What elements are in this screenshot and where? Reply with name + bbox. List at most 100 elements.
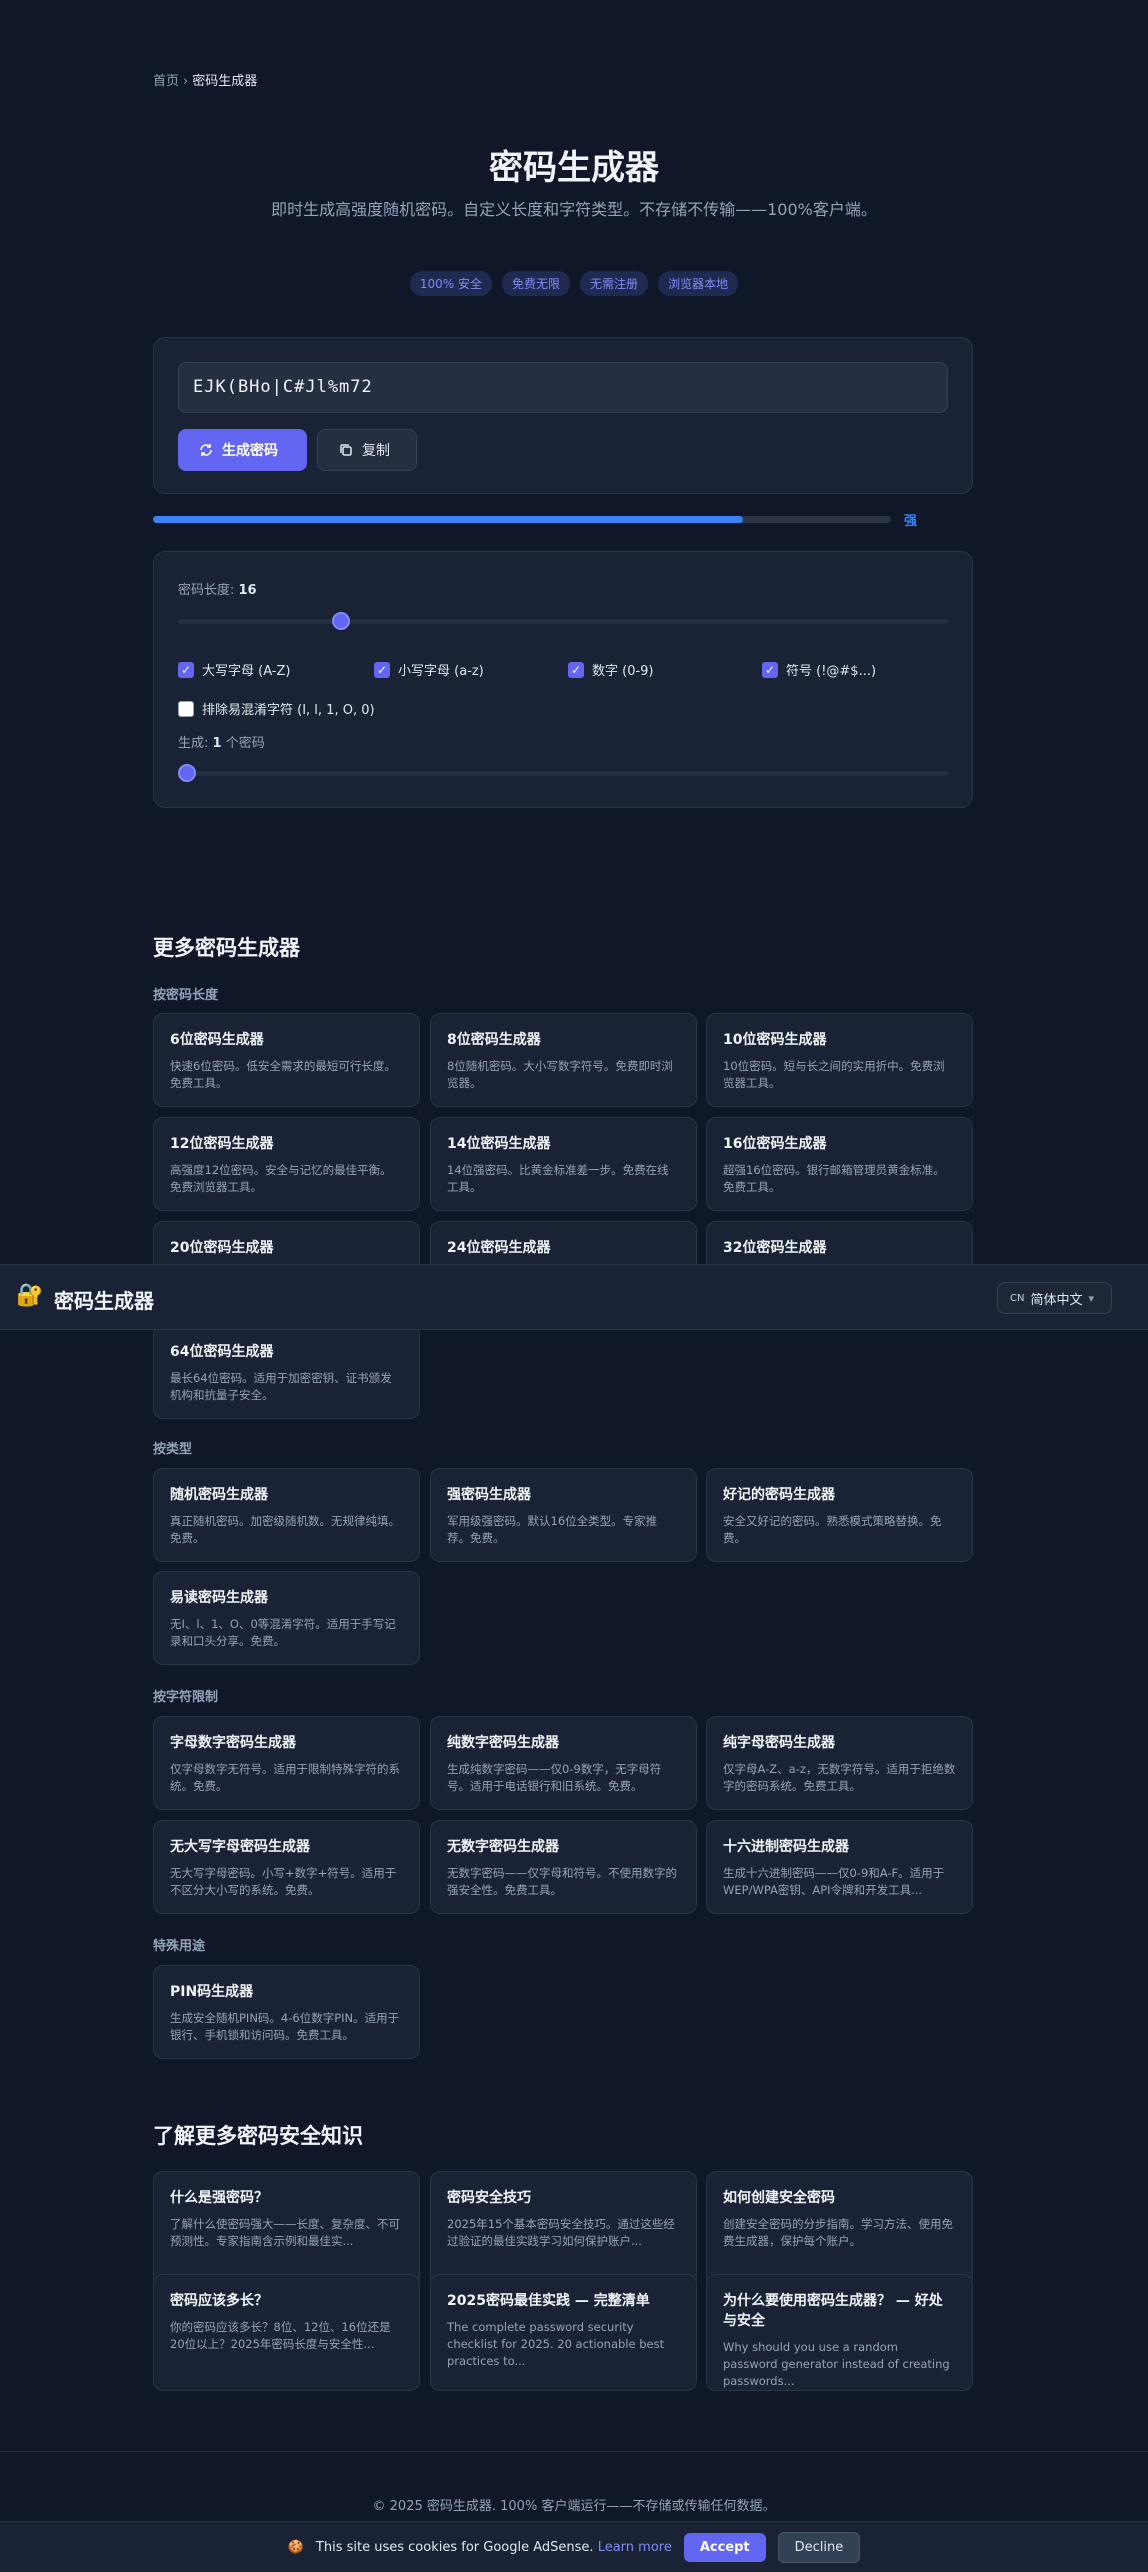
copy-icon <box>340 444 352 456</box>
badge-no-signup: 无需注册 <box>580 271 649 296</box>
badge-free: 免费无限 <box>502 271 571 296</box>
count-slider-thumb[interactable] <box>178 764 196 782</box>
generator-card[interactable]: 14位密码生成器 14位强密码。比黄金标准差一步。免费在线工具。 <box>430 1117 697 1211</box>
generator-card[interactable]: 64位密码生成器最长64位密码。适用于加密密钥、证书颁发机构和抗量子安全。 <box>153 1325 420 1419</box>
generator-card[interactable]: 无数字密码生成器 无数字密码——仅字母和符号。不使用数字的强安全性。免费工具。 <box>430 1820 697 1914</box>
card-title: 24位密码生成器 <box>447 1240 551 1256</box>
refresh-icon <box>200 444 212 456</box>
language-code: CN <box>1010 1292 1025 1304</box>
card-title: 好记的密码生成器 <box>723 1487 835 1503</box>
card-title: 为什么要使用密码生成器？ — 好处与安全 <box>723 2293 943 2329</box>
card-title: 无数字密码生成器 <box>447 1839 559 1855</box>
checkbox-uppercase[interactable]: ✓ 大写字母 (A-Z) <box>178 660 290 679</box>
strength-meter-fill <box>153 516 744 523</box>
card-title: 随机密码生成器 <box>170 1487 268 1503</box>
badge-secure: 100% 安全 <box>409 271 493 296</box>
length-value: 16 <box>238 583 257 598</box>
check-icon: ✓ <box>374 661 390 678</box>
card-title: 32位密码生成器 <box>723 1240 827 1256</box>
generator-card[interactable]: PIN码生成器生成安全随机PIN码。4-6位数字PIN。适用于银行、手机锁和访问… <box>153 1965 420 2059</box>
generator-card[interactable]: 十六进制密码生成器 生成十六进制密码——仅0-9和A-F。适用于WEP/WPA密钥… <box>706 1820 973 1914</box>
checkbox-numbers[interactable]: ✓ 数字 (0-9) <box>568 660 654 679</box>
card-title: 10位密码生成器 <box>723 1032 827 1048</box>
card-title: 2025密码最佳实践 — 完整清单 <box>447 2293 650 2309</box>
breadcrumb-current: 密码生成器 <box>192 74 258 89</box>
brand-name[interactable]: 密码生成器 <box>54 1285 154 1314</box>
generator-card[interactable]: 8位密码生成器 8位随机密码。大小写数字符号。免费即时浏览器。 <box>430 1013 697 1107</box>
card-title: 纯字母密码生成器 <box>723 1735 835 1751</box>
article-card[interactable]: 为什么要使用密码生成器？ — 好处与安全 Why should you use a… <box>706 2274 973 2391</box>
card-description: 快速6位密码。低安全需求的最短可行长度。免费工具。 <box>170 1059 396 1090</box>
password-output[interactable]: EJK(BHo|C#Jl%m72 <box>178 362 948 413</box>
card-title: 十六进制密码生成器 <box>723 1839 849 1855</box>
card-description: 生成安全随机PIN码。4-6位数字PIN。适用于银行、手机锁和访问码。免费工具。 <box>170 2011 400 2042</box>
card-description: 10位密码。短与长之间的实用折中。免费浏览器工具。 <box>723 1059 945 1090</box>
card-description: 最长64位密码。适用于加密密钥、证书颁发机构和抗量子安全。 <box>170 1371 392 1402</box>
generator-card[interactable]: 16位密码生成器 超强16位密码。银行邮箱管理员黄金标准。免费工具。 <box>706 1117 973 1211</box>
lock-icon: 🔐 <box>16 1283 44 1308</box>
card-title: PIN码生成器 <box>170 1984 254 2000</box>
accept-button[interactable]: Accept <box>683 2532 766 2562</box>
card-description: 了解什么使密码强大——长度、复杂度、不可预测性。专家指南含示例和最佳实... <box>170 2217 400 2248</box>
generator-card[interactable]: 10位密码生成器 10位密码。短与长之间的实用折中。免费浏览器工具。 <box>706 1013 973 1107</box>
generator-card[interactable]: 强密码生成器 军用级强密码。默认16位全类型。专家推荐。免费。 <box>430 1468 697 1562</box>
feature-badges: 100% 安全 免费无限 无需注册 浏览器本地 <box>0 271 1148 296</box>
card-description: 8位随机密码。大小写数字符号。免费即时浏览器。 <box>447 1059 673 1090</box>
generate-button[interactable]: 生成密码 <box>178 429 307 471</box>
check-icon: ✓ <box>762 661 778 678</box>
article-card[interactable]: 什么是强密码？ 了解什么使密码强大——长度、复杂度、不可预测性。专家指南含示例和最… <box>153 2171 420 2288</box>
language-selector[interactable]: CN 简体中文 ▾ <box>997 1282 1112 1314</box>
more-generators-title: 更多密码生成器 <box>153 936 300 960</box>
card-description: 高强度12位密码。安全与记忆的最佳平衡。免费浏览器工具。 <box>170 1163 392 1194</box>
card-description: 14位强密码。比黄金标准差一步。免费在线工具。 <box>447 1163 669 1194</box>
card-title: 密码安全技巧 <box>447 2190 531 2206</box>
copy-button[interactable]: 复制 <box>317 429 417 471</box>
decline-button[interactable]: Decline <box>777 2531 861 2563</box>
card-description: 仅字母A-Z、a-z，无数字符号。适用于拒绝数字的密码系统。免费工具。 <box>723 1762 956 1793</box>
chevron-down-icon: ▾ <box>1088 1291 1095 1305</box>
generator-card[interactable]: 易读密码生成器 无I、l、1、O、0等混淆字符。适用于手写记录和口头分享。免费。 <box>153 1571 420 1665</box>
card-description: 真正随机密码。加密级随机数。无规律纯填。免费。 <box>170 1514 400 1545</box>
learn-more-link[interactable]: Learn more <box>598 2540 672 2555</box>
sticky-header: 🔐 密码生成器 CN 简体中文 ▾ <box>0 1264 1148 1330</box>
generator-card[interactable]: 随机密码生成器真正随机密码。加密级随机数。无规律纯填。免费。 <box>153 1468 420 1562</box>
card-description: 生成纯数字密码——仅0-9数字，无字母符号。适用于电话银行和旧系统。免费。 <box>447 1762 662 1793</box>
card-title: 字母数字密码生成器 <box>170 1735 296 1751</box>
footer-text: © 2025 密码生成器. 100% 客户端运行——不存储或传输任何数据。 <box>372 2499 776 2514</box>
checkbox-symbols[interactable]: ✓ 符号 (!@#$...) <box>762 660 876 679</box>
check-icon: ✓ <box>568 661 584 678</box>
article-card[interactable]: 密码安全技巧 2025年15个基本密码安全技巧。通过这些经过验证的最佳实践学习如何… <box>430 2171 697 2288</box>
breadcrumb-home[interactable]: 首页 <box>153 74 179 89</box>
card-description: 2025年15个基本密码安全技巧。通过这些经过验证的最佳实践学习如何保护账户..… <box>447 2217 675 2248</box>
generator-card[interactable]: 好记的密码生成器 安全又好记的密码。熟悉模式策略替换。免费。 <box>706 1468 973 1562</box>
card-title: 14位密码生成器 <box>447 1136 551 1152</box>
group-label-type: 按类型 <box>153 1442 193 1457</box>
page-title: 密码生成器 <box>489 148 659 188</box>
generator-card[interactable]: 纯数字密码生成器 生成纯数字密码——仅0-9数字，无字母符号。适用于电话银行和旧系… <box>430 1716 697 1810</box>
checkbox-lowercase[interactable]: ✓ 小写字母 (a-z) <box>374 660 484 679</box>
count-slider[interactable] <box>178 771 948 776</box>
generator-card[interactable]: 纯字母密码生成器仅字母A-Z、a-z，无数字符号。适用于拒绝数字的密码系统。免费… <box>706 1716 973 1810</box>
card-description: 超强16位密码。银行邮箱管理员黄金标准。免费工具。 <box>723 1163 945 1194</box>
breadcrumb: 首页 › 密码生成器 <box>153 70 257 89</box>
card-title: 如何创建安全密码 <box>723 2190 835 2206</box>
card-description: 创建安全密码的分步指南。学习方法、使用免费生成器，保护每个账户。 <box>723 2217 953 2248</box>
card-description: 仅字母数字无符号。适用于限制特殊字符的系统。免费。 <box>170 1762 400 1793</box>
generator-card[interactable]: 字母数字密码生成器仅字母数字无符号。适用于限制特殊字符的系统。免费。 <box>153 1716 420 1810</box>
article-card[interactable]: 2025密码最佳实践 — 完整清单 The complete password s… <box>430 2274 697 2391</box>
footer-divider <box>0 2451 1148 2452</box>
length-slider[interactable] <box>178 619 948 624</box>
article-card[interactable]: 密码应该多长？ 你的密码应该多长？8位、12位、16位还是20位以上？2025年密… <box>153 2274 420 2391</box>
generator-card[interactable]: 无大写字母密码生成器 无大写字母密码。小写+数字+符号。适用于不区分大小写的系统。… <box>153 1820 420 1914</box>
generator-card[interactable]: 12位密码生成器 高强度12位密码。安全与记忆的最佳平衡。免费浏览器工具。 <box>153 1117 420 1211</box>
check-icon <box>178 700 194 717</box>
length-slider-thumb[interactable] <box>332 612 350 630</box>
card-title: 64位密码生成器 <box>170 1344 274 1360</box>
cookie-icon: 🍪 <box>287 2539 304 2555</box>
cookie-text: This site uses cookies for Google AdSens… <box>315 2539 672 2555</box>
card-description: 无大写字母密码。小写+数字+符号。适用于不区分大小写的系统。免费。 <box>170 1866 397 1897</box>
checkbox-exclude-ambiguous[interactable]: 排除易混淆字符 (I, l, 1, O, 0) <box>178 699 375 718</box>
card-description: Why should you use a random password gen… <box>723 2340 950 2388</box>
article-card[interactable]: 如何创建安全密码创建安全密码的分步指南。学习方法、使用免费生成器，保护每个账户。 <box>706 2171 973 2288</box>
generator-card[interactable]: 6位密码生成器 快速6位密码。低安全需求的最短可行长度。免费工具。 <box>153 1013 420 1107</box>
